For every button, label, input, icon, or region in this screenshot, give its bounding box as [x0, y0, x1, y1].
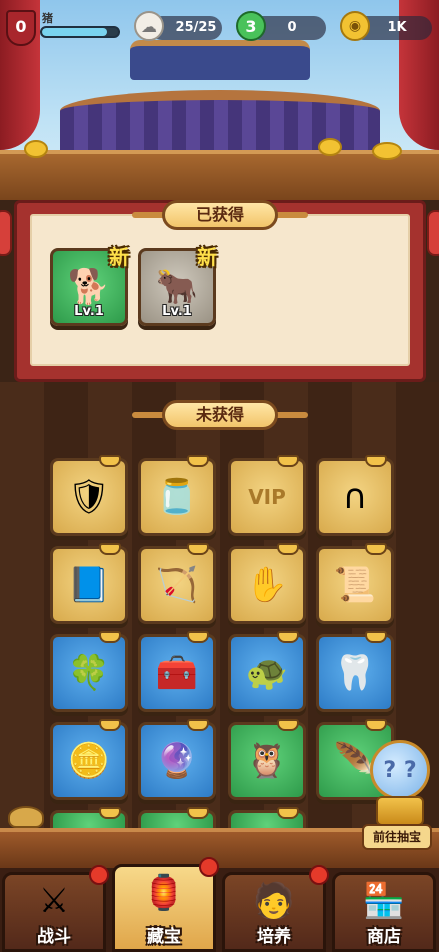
treasure-slot[interactable]: 📜: [316, 543, 394, 624]
treasure-slot[interactable]: 🔮: [138, 719, 216, 800]
lock-tab-icon: [277, 807, 299, 819]
treasure-slot[interactable]: ∩: [316, 455, 394, 536]
new-tag: 新: [197, 245, 217, 269]
vip-card-icon: VIP: [248, 485, 286, 509]
train-icon: 🧑: [252, 881, 296, 921]
fang-necklace-icon: 🦷: [333, 653, 377, 693]
coin-decoration-icon: [318, 138, 342, 156]
gem-value: 0: [287, 20, 297, 35]
item-level: Lv.1: [74, 304, 104, 319]
temple-eave: [0, 150, 439, 200]
exp-bar: [40, 26, 120, 38]
lantern-right-icon: [427, 210, 439, 256]
treasure-slot[interactable]: 🪙: [50, 719, 128, 800]
nav-battle[interactable]: ⚔ 战斗: [2, 865, 109, 952]
treasure-slot[interactable]: 🧰: [138, 631, 216, 712]
coin-decoration-icon: [24, 140, 48, 158]
treasure-slot[interactable]: 🍀: [50, 631, 128, 712]
notification-dot: [309, 865, 329, 885]
gacha-machine-icon[interactable]: ? ?: [370, 740, 430, 800]
nav-label: 战斗: [37, 927, 71, 947]
magic-lamp-icon: [8, 806, 44, 828]
nav-train[interactable]: 🧑 培养: [222, 865, 329, 952]
lock-tab-icon: [187, 807, 209, 819]
treasure-slot[interactable]: 🦷: [316, 631, 394, 712]
treasure-slot[interactable]: VIP: [228, 455, 306, 536]
shield-emblem-icon: 🛡: [67, 477, 111, 517]
new-tag: 新: [109, 245, 129, 269]
unobtained-title: 未获得: [162, 400, 278, 430]
treasure-slot[interactable]: 🦉: [228, 719, 306, 800]
treasure-chest-icon: 🧰: [155, 653, 199, 693]
nav-label: 商店: [367, 927, 401, 947]
treasure-icon: 🏮: [142, 873, 186, 913]
treasure-slot[interactable]: 📘: [50, 543, 128, 624]
nav-shop[interactable]: 🏪 商店: [332, 872, 436, 952]
treasure-slot[interactable]: ✋: [228, 543, 306, 624]
nav-label: 培养: [257, 927, 291, 947]
coin-value: 1K: [387, 20, 407, 35]
player-name: 猪: [42, 12, 53, 25]
gold-bar-icon: 🪙: [67, 741, 111, 781]
notification-dot: [89, 865, 109, 885]
gacha-machine-base[interactable]: [376, 796, 424, 826]
cloud-bun-icon: ☁: [134, 11, 164, 41]
item-level: Lv.1: [162, 304, 192, 319]
horseshoe-icon: ∩: [342, 477, 368, 517]
scroll-icon: 📜: [333, 565, 377, 605]
green-gem-icon: 3: [236, 11, 266, 41]
crossbow-icon: 🏹: [155, 565, 199, 605]
gold-ingot-decoration-icon: [372, 142, 402, 160]
battle-icon: ⚔: [38, 881, 70, 921]
four-leaf-clover-icon: 🍀: [67, 653, 111, 693]
treasure-slot[interactable]: 🫙: [138, 455, 216, 536]
gold-coin-icon: ◉: [340, 11, 370, 41]
exp-bar-fill: [42, 28, 107, 36]
crystal-ball-icon: 🔮: [155, 741, 199, 781]
level-badge[interactable]: 0: [6, 10, 36, 46]
owl-totem-icon: 🦉: [245, 741, 289, 781]
status-bar: 0 猪 25/25 ☁ 0 3 1K ◉: [0, 6, 439, 46]
go-gacha-button[interactable]: 前往抽宝: [362, 824, 432, 850]
lantern-left-icon: [0, 210, 12, 256]
treasure-slot[interactable]: 🏹: [138, 543, 216, 624]
obtained-item-cow[interactable]: 🐂 Lv.1 新: [138, 245, 217, 326]
golden-glove-icon: ✋: [245, 565, 289, 605]
shop-icon: 🏪: [362, 881, 406, 921]
nav-label: 藏宝: [147, 927, 181, 947]
notification-dot: [199, 857, 219, 877]
lock-tab-icon: [99, 807, 121, 819]
obtained-item-dog[interactable]: 🐕 Lv.1 新: [50, 245, 129, 326]
treasure-slot[interactable]: 🛡: [50, 455, 128, 536]
nav-treasure[interactable]: 🏮 藏宝: [112, 857, 219, 952]
spellbook-icon: 📘: [67, 565, 111, 605]
turtle-statue-icon: 🐢: [245, 653, 289, 693]
obtained-title: 已获得: [162, 200, 278, 230]
stamina-value: 25/25: [175, 20, 217, 35]
treasure-slot[interactable]: 🐢: [228, 631, 306, 712]
firefly-jar-icon: 🫙: [155, 477, 199, 517]
temple-roof-top: [130, 40, 310, 80]
